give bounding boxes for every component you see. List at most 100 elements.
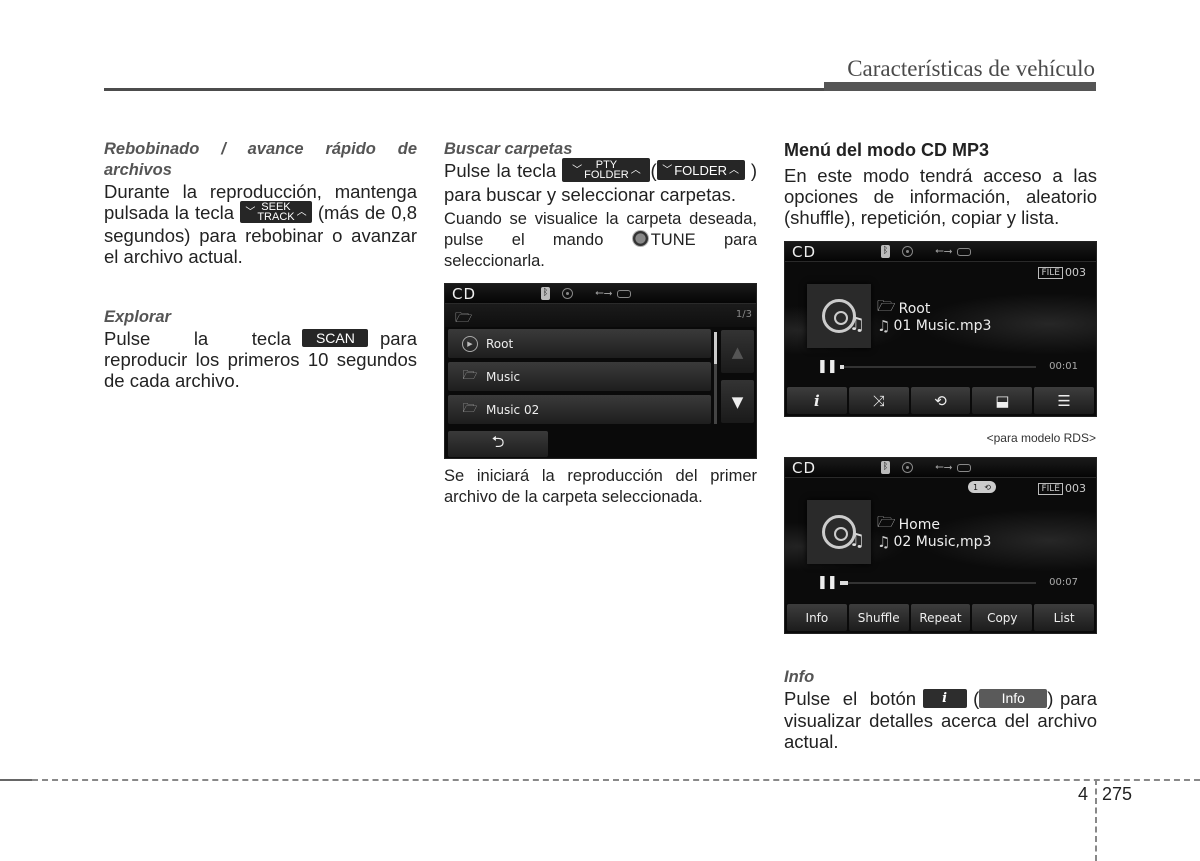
- page-number: 275: [1102, 784, 1133, 804]
- scan-key: SCAN: [302, 329, 369, 348]
- copy-button[interactable]: Copy: [972, 604, 1033, 631]
- tune-text-1: Cuando se visualice la carpeta deseada, …: [444, 210, 757, 250]
- shuffle-button[interactable]: ⤨: [848, 387, 909, 414]
- disc-icon: [902, 246, 913, 257]
- repeat-button[interactable]: Repeat: [910, 604, 971, 631]
- mode-label: CD: [792, 243, 817, 261]
- page-header-title: Características de vehículo: [847, 56, 1095, 81]
- file-indicator: FILE 003: [1038, 266, 1086, 279]
- folder-icon: 🗁: [462, 368, 478, 382]
- progress-track[interactable]: [840, 366, 1036, 368]
- scan-text-1: Pulse la tecla: [104, 328, 291, 350]
- track-label: 01 Music.mp3: [893, 318, 992, 334]
- rewind-paragraph: Durante la reproducción, mantenga pulsad…: [104, 181, 417, 267]
- list-item-root[interactable]: ▶ Root: [448, 329, 711, 358]
- bluetooth-icon: ᛒ: [881, 461, 890, 474]
- list-button[interactable]: List: [1034, 604, 1094, 631]
- track-name: ♫ 01 Music.mp3: [877, 317, 991, 335]
- album-art: ♫: [807, 500, 871, 564]
- file-label: FILE: [1038, 266, 1063, 279]
- disc-icon: [902, 462, 913, 473]
- track-name: ♫ 02 Music,mp3: [877, 533, 991, 551]
- music-note-icon: ♫: [877, 317, 891, 335]
- list-item-label: Root: [486, 336, 514, 351]
- copy-button[interactable]: ⬓: [972, 387, 1033, 414]
- footer-rule: [32, 779, 1200, 781]
- album-art: ♫: [807, 284, 871, 348]
- shuffle-icon: ⤨: [872, 391, 885, 410]
- folder-list-screen: CD ᛒ ⭠⭢ 🗁 1/3 ▶ Root 🗁 Music 🗁 Music 02 …: [444, 283, 757, 459]
- repeat-count: 1: [973, 482, 979, 492]
- info-text-key: Info: [979, 688, 1048, 708]
- track-label: TRACK: [257, 211, 295, 224]
- list-button[interactable]: ☰: [1034, 387, 1094, 414]
- info-section: Info Pulse el botón i (Info) para visual…: [784, 667, 1097, 752]
- folder-paragraph: Pulse la tecla ﹀ PTY FOLDER ︿ ( ﹀ FOLDER …: [444, 158, 757, 205]
- folder-label: Root: [898, 300, 931, 317]
- chevron-down-icon: ﹀: [245, 206, 256, 218]
- info-heading: Info: [784, 668, 815, 686]
- chevron-up-icon: ︿: [630, 164, 641, 176]
- list-item-music[interactable]: 🗁 Music: [448, 362, 711, 391]
- chevron-up-icon: ︿: [728, 164, 739, 176]
- column-middle: Buscar carpetas Pulse la tecla ﹀ PTY FOLD…: [444, 139, 757, 272]
- elapsed-time: 00:01: [1049, 361, 1078, 372]
- header-rule-accent: [824, 82, 1096, 91]
- menu-heading: Menú del modo CD MP3: [784, 140, 990, 160]
- info-i-key: i: [922, 688, 967, 708]
- after-paragraph: Se iniciará la reproducción del primer a…: [444, 467, 757, 506]
- repeat-one-badge: 1 ⟲: [968, 481, 996, 493]
- rewind-heading: Rebobinado / avance rápido de archivos: [104, 140, 417, 179]
- repeat-button[interactable]: ⟲: [910, 387, 971, 414]
- chevron-up-icon: ︿: [296, 206, 307, 218]
- control-buttons: i ⤨ ⟲ ⬓ ☰: [787, 387, 1094, 414]
- folder-label: Home: [898, 516, 940, 533]
- info-button[interactable]: i: [787, 387, 847, 414]
- scan-paragraph: Pulse la tecla SCAN para reproducir los …: [104, 328, 417, 391]
- rds-caption: <para modelo RDS>: [986, 431, 1096, 445]
- seek-track-key: ﹀ SEEK TRACK ︿: [239, 201, 312, 224]
- chevron-down-icon: ﹀: [572, 164, 583, 176]
- folder-icon: 🗁: [455, 310, 473, 326]
- progress-track[interactable]: [840, 582, 1036, 584]
- list-item-label: Music 02: [486, 402, 540, 417]
- folder-bar: 🗁 1/3: [445, 304, 756, 327]
- back-button[interactable]: ⮌: [448, 431, 548, 457]
- elapsed-time: 00:07: [1049, 577, 1078, 588]
- scroll-down-button[interactable]: ▼: [721, 380, 754, 423]
- pause-icon[interactable]: ❚❚: [817, 575, 838, 590]
- scrollbar-thumb[interactable]: [714, 332, 717, 364]
- info-paragraph: Pulse el botón i (Info) para visualizar …: [784, 688, 1097, 752]
- battery-icon: [957, 248, 971, 256]
- folder-key: ﹀ FOLDER ︿: [656, 160, 745, 181]
- usb-icon: ⭠⭢: [595, 286, 613, 299]
- bluetooth-icon: ᛒ: [881, 245, 890, 258]
- track-label: 02 Music,mp3: [893, 534, 992, 550]
- info-text-1: Pulse el botón: [784, 688, 917, 709]
- shuffle-button[interactable]: Shuffle: [848, 604, 909, 631]
- pause-icon[interactable]: ❚❚: [817, 359, 838, 374]
- chapter-number: 4: [1078, 784, 1089, 804]
- copy-icon: ⬓: [995, 391, 1010, 410]
- folder-text-2: (: [650, 160, 657, 181]
- folder-text-1: Pulse la tecla: [444, 160, 557, 181]
- tune-label: TUNE: [650, 231, 696, 250]
- page-indicator: 1/3: [735, 309, 752, 320]
- info-icon: i: [814, 391, 820, 410]
- mode-label: CD: [792, 459, 817, 477]
- arrow-down-icon: ▼: [731, 392, 744, 411]
- scroll-up-button[interactable]: ▲: [721, 330, 754, 373]
- list-item-music-02[interactable]: 🗁 Music 02: [448, 395, 711, 424]
- play-circle-icon: ▶: [462, 335, 478, 352]
- progress-fill: [840, 581, 848, 585]
- menu-paragraph: En este modo tendrá acceso a las opcione…: [784, 165, 1097, 228]
- player-screen-icons: CD ᛒ ⭠⭢ FILE 003 ♫ 🗁 Root ♫ 01 Music.mp3 ❚…: [784, 241, 1097, 417]
- arrow-up-icon: ▲: [731, 342, 744, 361]
- folder-key-label: FOLDER: [674, 162, 727, 178]
- file-number: 003: [1065, 266, 1086, 279]
- status-bar: CD ᛒ ⭠⭢: [785, 242, 1096, 262]
- file-number: 003: [1065, 482, 1086, 495]
- usb-icon: ⭠⭢: [935, 460, 953, 473]
- usb-icon: ⭠⭢: [935, 244, 953, 257]
- info-button[interactable]: Info: [787, 604, 847, 631]
